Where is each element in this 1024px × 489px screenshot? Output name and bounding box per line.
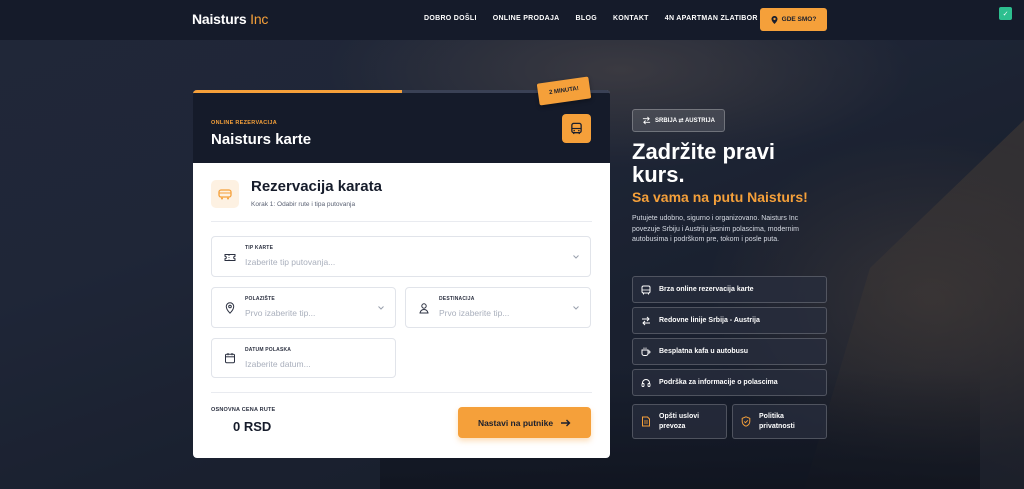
calendar-icon [225, 353, 235, 364]
bus-front-icon [218, 189, 232, 200]
feature-regular-lines: Redovne linije Srbija - Austrija [632, 307, 827, 334]
nav-item-online-prodaja[interactable]: ONLINE PRODAJA [493, 15, 560, 22]
route-label: SRBIJA ⇄ AUSTRIJA [655, 118, 715, 124]
ticket-type-select[interactable]: TIP KARTE Izaberite tip putovanja... [211, 236, 591, 277]
top-navbar: Naisturs Inc DOBRO DOŠLI ONLINE PRODAJA … [0, 0, 1024, 40]
document-icon [642, 416, 650, 427]
feature-label: Brza online rezervacija karte [659, 286, 754, 293]
hero-title-line1: Zadržite pravi [632, 139, 776, 164]
privacy-line1: Politika [759, 412, 784, 420]
price-label: OSNOVNA CENA RUTE [211, 407, 276, 413]
feature-label: Besplatna kafa u autobusu [659, 348, 749, 355]
where-are-we-label: GDE SMO? [781, 16, 817, 23]
ticket-icon [224, 253, 236, 261]
nav-item-dobro-dosli[interactable]: DOBRO DOŠLI [424, 15, 477, 22]
ticket-section-icon [211, 180, 239, 208]
extension-icon[interactable]: ✓ [999, 7, 1012, 20]
departure-select[interactable]: POLAZIŠTE Prvo izaberite tip... [211, 287, 396, 328]
hero-title-line2: kurs. [632, 162, 685, 187]
logo-main: Naisturs [192, 11, 247, 27]
destination-placeholder: Prvo izaberite tip... [439, 308, 510, 318]
where-are-we-button[interactable]: GDE SMO? [760, 8, 827, 31]
privacy-line2: privatnosti [759, 422, 795, 430]
feature-label: Podrška za informacije o polascima [659, 379, 778, 386]
location-person-icon [419, 302, 429, 313]
destination-select[interactable]: DESTINACIJA Prvo izaberite tip... [405, 287, 591, 328]
hero-description: Putujete udobno, sigurno i organizovano.… [632, 215, 799, 243]
continue-to-passengers-button[interactable]: Nastavi na putnike [458, 407, 591, 438]
ticket-type-label: TIP KARTE [245, 245, 274, 251]
hero-subtitle: Sa vama na putu Naisturs! [632, 189, 808, 205]
date-label: DATUM POLASKA [245, 347, 292, 353]
privacy-text: Politika privatnosti [759, 412, 795, 432]
chevron-down-icon [378, 305, 384, 310]
divider [211, 392, 592, 393]
progress-fill [193, 90, 402, 93]
ticket-type-placeholder: Izaberite tip putovanja... [245, 257, 336, 267]
feature-free-coffee: Besplatna kafa u autobusu [632, 338, 827, 365]
feature-label: Redovne linije Srbija - Austrija [659, 317, 760, 324]
section-title: Rezervacija karata [251, 178, 382, 195]
route-icon [642, 316, 650, 325]
site-logo[interactable]: Naisturs Inc [192, 11, 268, 27]
card-kicker: ONLINE REZERVACIJA [211, 120, 278, 126]
nav-item-blog[interactable]: BLOG [576, 15, 597, 22]
hero-title: Zadržite pravi kurs. [632, 140, 832, 186]
continue-button-label: Nastavi na putnike [477, 417, 554, 428]
terms-link[interactable]: Opšti uslovi prevoza [632, 404, 727, 439]
headset-icon [641, 378, 651, 387]
feature-online-booking: Brza online rezervacija karte [632, 276, 827, 303]
departure-label: POLAZIŠTE [245, 296, 275, 302]
feature-support: Podrška za informacije o polascima [632, 369, 827, 396]
bus-icon-button[interactable] [562, 114, 591, 143]
nav-item-kontakt[interactable]: KONTAKT [613, 15, 649, 22]
arrow-right-icon [561, 419, 571, 426]
logo-inc: Inc [250, 11, 269, 27]
price-value: 0 RSD [233, 419, 272, 434]
date-placeholder: Izaberite datum... [245, 359, 311, 369]
terms-text: Opšti uslovi prevoza [659, 412, 699, 432]
map-pin-icon [771, 15, 778, 24]
route-icon [642, 116, 651, 125]
departure-placeholder: Prvo izaberite tip... [245, 308, 316, 318]
chevron-down-icon [573, 305, 579, 310]
chevron-down-icon [573, 254, 579, 259]
bus-icon [641, 285, 651, 294]
coffee-icon [641, 347, 651, 356]
nav-item-apartman[interactable]: 4N APARTMAN ZLATIBOR [665, 15, 758, 22]
date-input[interactable]: DATUM POLASKA Izaberite datum... [211, 338, 396, 378]
terms-line1: Opšti uslovi [659, 412, 700, 420]
divider [211, 221, 592, 222]
destination-label: DESTINACIJA [439, 296, 475, 302]
privacy-link[interactable]: Politika privatnosti [732, 404, 827, 439]
booking-card: ONLINE REZERVACIJA Naisturs karte 2 MINU… [193, 76, 610, 458]
shield-icon [741, 416, 751, 427]
bus-icon [571, 122, 582, 135]
main-menu: DOBRO DOŠLI ONLINE PRODAJA BLOG KONTAKT … [424, 15, 774, 22]
card-title: Naisturs karte [211, 131, 312, 148]
terms-line2: prevoza [659, 422, 686, 430]
route-pill: SRBIJA ⇄ AUSTRIJA [632, 109, 725, 132]
map-pin-icon [225, 301, 235, 314]
section-subtitle: Korak 1: Odabir rute i tipa putovanja [251, 201, 356, 208]
